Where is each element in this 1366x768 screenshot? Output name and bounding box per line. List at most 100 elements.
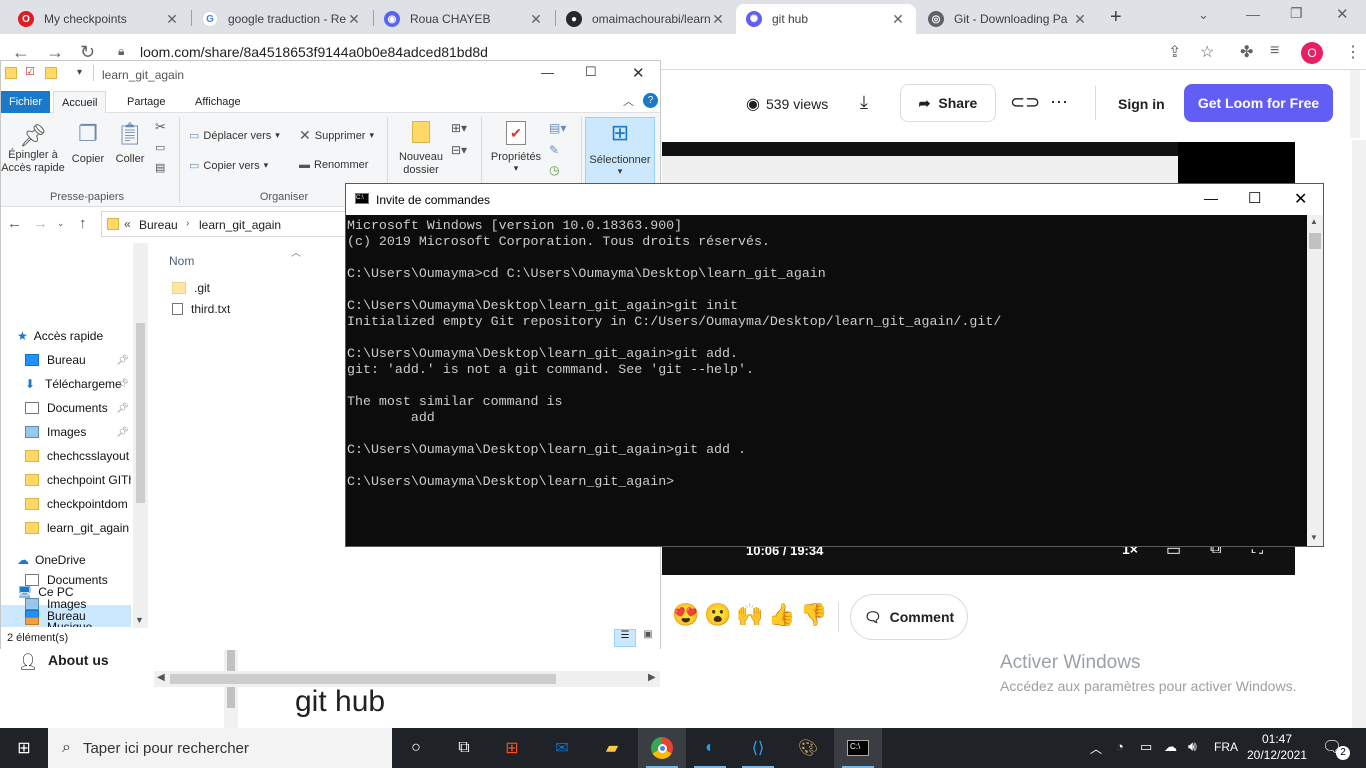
get-loom-button[interactable]: Get Loom for Free xyxy=(1184,84,1333,122)
nav-item-documents[interactable]: Documents 📌︎ xyxy=(1,397,131,419)
file-explorer-icon[interactable]: ▰ xyxy=(588,728,636,768)
battery-icon[interactable]: ▭ xyxy=(1140,739,1152,755)
reaction-thumbs-down[interactable]: 👎 xyxy=(800,602,827,628)
bookmark-star-icon[interactable]: ☆ xyxy=(1200,42,1214,62)
details-view-icon[interactable]: ☰ xyxy=(614,629,636,647)
close-tab-icon[interactable]: ✕ xyxy=(1072,11,1088,28)
tab-accueil[interactable]: Accueil xyxy=(53,91,107,113)
cortana-icon[interactable]: ○ xyxy=(392,728,440,768)
tab-affichage[interactable]: Affichage xyxy=(187,91,249,113)
minimize-icon[interactable]: — xyxy=(1246,6,1260,22)
chrome-icon[interactable] xyxy=(638,728,686,768)
link-icon[interactable]: ⊂⊃ xyxy=(1010,92,1040,113)
share-page-icon[interactable]: ⇪ xyxy=(1168,42,1181,62)
file-row-third-txt[interactable]: third.txt xyxy=(172,302,230,316)
breadcrumb-overflow-icon[interactable]: « xyxy=(124,217,131,231)
cut-icon[interactable]: ✂ xyxy=(155,119,166,135)
move-to-button[interactable]: ▭ Déplacer vers ▾ xyxy=(189,129,280,143)
breadcrumb-current[interactable]: learn_git_again xyxy=(199,218,281,232)
tab-fichier[interactable]: Fichier xyxy=(1,91,51,113)
new-item-icon[interactable]: ⊞▾ xyxy=(451,121,467,135)
nav-item-folder[interactable]: checkpointdom xyxy=(1,493,131,515)
media-icon[interactable]: ≡ xyxy=(1270,42,1279,60)
browser-tab-git-downloading[interactable]: ◎ Git - Downloading Pa ✕ xyxy=(918,4,1098,34)
up-icon[interactable]: ↑ xyxy=(79,215,87,232)
close-tab-icon[interactable]: ✕ xyxy=(528,11,544,28)
windows-start-icon[interactable]: ⊞ xyxy=(0,728,48,768)
copy-to-button[interactable]: ▭ Copier vers ▾ xyxy=(189,159,268,173)
menu-kebab-icon[interactable]: ⋮ xyxy=(1345,42,1361,62)
quick-access-dropdown-icon[interactable]: ▾ xyxy=(77,67,82,78)
maximize-icon[interactable]: ☐ xyxy=(1248,189,1261,207)
more-options-icon[interactable]: ⋯ xyxy=(1050,92,1068,113)
show-hidden-icons-icon[interactable]: ︿ xyxy=(1090,740,1102,757)
file-row-git[interactable]: .git xyxy=(172,281,210,295)
forward-icon[interactable]: → xyxy=(33,215,48,232)
select-button[interactable]: ⊞ Sélectionner ▾ xyxy=(585,117,655,187)
new-tab-icon[interactable]: + xyxy=(1110,6,1122,29)
browser-tab-google-traduction[interactable]: G google traduction - Re ✕ xyxy=(192,4,372,34)
help-icon[interactable]: ? xyxy=(643,93,658,108)
nav-item-folder[interactable]: chechpoint GITh xyxy=(1,469,131,491)
browser-tab-git-hub[interactable]: ✺ git hub ✕ xyxy=(736,4,916,34)
minimize-icon[interactable]: — xyxy=(541,65,554,80)
nav-item-folder[interactable]: chechcsslayout xyxy=(1,445,131,467)
nav-scrollbar[interactable]: ▼ xyxy=(133,243,148,628)
history-icon[interactable]: ◷ xyxy=(549,163,559,177)
paint-icon[interactable]: 🎨︎ xyxy=(784,728,832,768)
back-icon[interactable]: ← xyxy=(7,215,22,232)
clock[interactable]: 01:47 20/12/2021 xyxy=(1244,731,1310,763)
edit-icon[interactable]: ✎ xyxy=(549,143,559,157)
horizontal-scrollbar[interactable]: ◀ ▶ xyxy=(154,671,660,687)
task-view-icon[interactable]: ⧉ xyxy=(440,728,488,768)
delete-button[interactable]: ✕ Supprimer ▾ xyxy=(299,127,374,144)
volume-icon[interactable]: 🔊︎ xyxy=(1188,738,1197,755)
cmd-scrollbar[interactable]: ▲ ▼ xyxy=(1307,215,1323,546)
mail-icon[interactable]: ✉ xyxy=(538,728,586,768)
nav-item-folder[interactable]: learn_git_again xyxy=(1,517,131,539)
url-field[interactable]: loom.com/share/8a4518653f9144a0b0e84adce… xyxy=(140,44,488,60)
reaction-heart-eyes[interactable]: 😍 xyxy=(672,602,699,628)
large-icons-view-icon[interactable]: ▣ xyxy=(639,629,657,647)
extensions-icon[interactable]: ✤ xyxy=(1240,42,1253,62)
taskbar-search-box[interactable]: ⌕ Taper ici pour rechercher xyxy=(48,728,392,768)
reaction-raised-hands[interactable]: 🙌 xyxy=(736,602,763,628)
language-indicator[interactable]: FRA xyxy=(1214,740,1238,754)
pin-quick-access-button[interactable]: 📌︎ Épingler à Accès rapide xyxy=(1,123,65,175)
reaction-surprised[interactable]: 😮 xyxy=(704,602,731,628)
close-icon[interactable]: ✕ xyxy=(632,64,645,82)
nav-quick-access[interactable]: ★ Accès rapide xyxy=(1,325,131,347)
edge-icon[interactable]: ◐ xyxy=(686,728,734,768)
restore-icon[interactable]: ❐ xyxy=(1290,5,1303,22)
column-header-name[interactable]: Nom xyxy=(169,254,194,268)
maximize-icon[interactable]: ☐ xyxy=(585,64,597,80)
comment-button[interactable]: 🗨︎ Comment xyxy=(850,594,968,640)
collapse-ribbon-icon[interactable]: ︿ xyxy=(623,93,634,109)
close-tab-icon[interactable]: ✕ xyxy=(710,11,726,28)
paste-shortcut-icon[interactable]: ▤ xyxy=(155,161,165,174)
browser-tab-roua-chayeb[interactable]: ◉ Roua CHAYEB ✕ xyxy=(374,4,554,34)
page-scrollbar[interactable] xyxy=(1352,140,1366,728)
browser-tab-github[interactable]: ● omaimachourabi/learn ✕ xyxy=(556,4,736,34)
copy-path-icon[interactable]: ▭ xyxy=(155,141,165,154)
tab-search-chevron-icon[interactable]: ⌄ xyxy=(1198,7,1209,23)
new-folder-button[interactable]: Nouveau dossier xyxy=(393,121,449,177)
close-tab-icon[interactable]: ✕ xyxy=(164,11,180,28)
nav-item-images[interactable]: Images 📌︎ xyxy=(1,421,131,443)
copy-button[interactable]: ❐ Copier xyxy=(69,121,107,165)
close-icon[interactable]: ✕ xyxy=(1294,189,1307,209)
properties-button[interactable]: ✔ Propriétés ▾ xyxy=(487,121,545,174)
profile-avatar[interactable]: O xyxy=(1301,42,1323,64)
easy-access-icon[interactable]: ⊟▾ xyxy=(451,143,467,157)
vscode-icon[interactable]: ⟨⟩ xyxy=(734,728,782,768)
browser-tab-my-checkpoints[interactable]: O My checkpoints ✕ xyxy=(8,4,190,34)
onedrive-tray-icon[interactable]: ☁ xyxy=(1164,739,1177,755)
nav-pc-images[interactable]: Images xyxy=(1,593,131,615)
sign-in-link[interactable]: Sign in xyxy=(1118,96,1165,112)
close-tab-icon[interactable]: ✕ xyxy=(346,11,362,28)
close-tab-icon[interactable]: ✕ xyxy=(890,11,906,28)
nav-pc-music[interactable]: Musique xyxy=(1,617,131,627)
download-icon[interactable]: ⤓ xyxy=(860,92,868,113)
network-icon[interactable]: ◔ xyxy=(1116,739,1124,754)
share-button[interactable]: ➦ Share xyxy=(900,84,996,122)
